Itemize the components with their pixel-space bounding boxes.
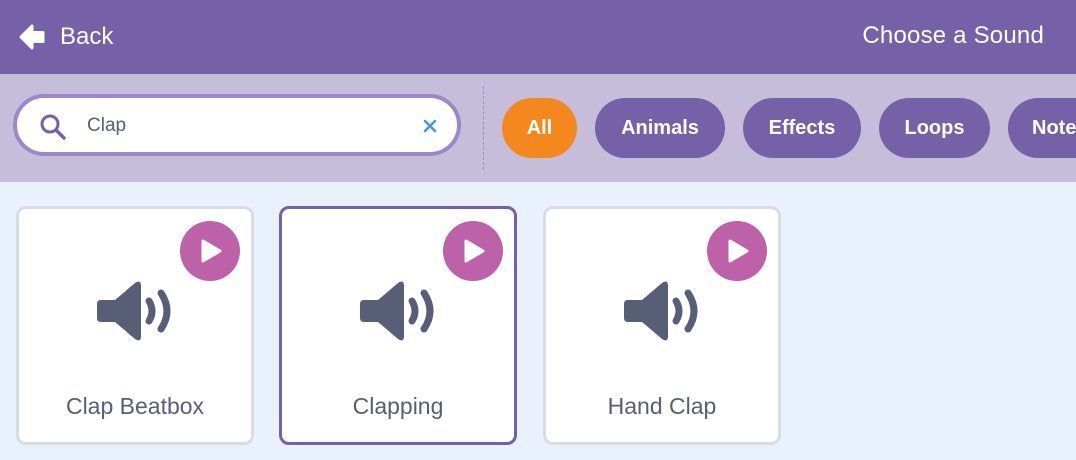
tag-effects[interactable]: Effects: [743, 98, 861, 158]
play-icon: [201, 239, 222, 263]
library-header: Back Choose a Sound: [0, 0, 1076, 74]
search-icon: [39, 113, 67, 146]
back-label: Back: [60, 23, 114, 50]
tag-notes[interactable]: Notes: [1008, 98, 1076, 158]
play-button[interactable]: [443, 221, 503, 281]
sound-name: Clap Beatbox: [65, 393, 205, 419]
back-arrow-icon: [18, 24, 46, 50]
play-icon: [728, 239, 749, 263]
speaker-icon: [97, 281, 171, 341]
sound-name: Clapping: [352, 393, 444, 419]
clear-icon[interactable]: [423, 119, 437, 138]
sound-card-clap-beatbox[interactable]: Clap Beatbox: [16, 206, 254, 445]
search-box[interactable]: [13, 94, 461, 156]
filter-bar: All Animals Effects Loops Notes: [0, 74, 1076, 182]
back-button[interactable]: Back: [18, 19, 113, 55]
play-button[interactable]: [180, 221, 240, 281]
tag-animals[interactable]: Animals: [595, 98, 725, 158]
sound-name: Hand Clap: [607, 393, 717, 419]
page-title: Choose a Sound: [862, 22, 1044, 49]
speaker-icon: [360, 281, 434, 341]
speaker-icon: [624, 281, 698, 341]
sound-card-clapping[interactable]: Clapping: [279, 206, 517, 445]
play-button[interactable]: [707, 221, 767, 281]
tag-all[interactable]: All: [502, 98, 577, 158]
sound-card-hand-clap[interactable]: Hand Clap: [543, 206, 781, 445]
divider: [483, 86, 484, 170]
tag-loops[interactable]: Loops: [879, 98, 990, 158]
play-icon: [464, 239, 485, 263]
search-input[interactable]: [87, 112, 417, 140]
